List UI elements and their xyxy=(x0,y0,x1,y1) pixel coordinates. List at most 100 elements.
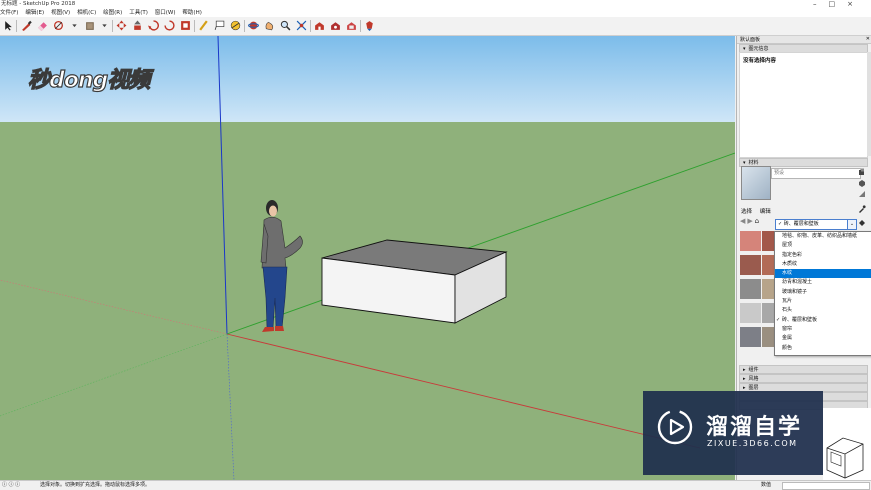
toolbar-separator xyxy=(244,20,245,32)
watermark-title: 溜溜自学 xyxy=(706,415,803,440)
menu-draw[interactable]: 绘图(R) xyxy=(103,9,122,17)
expand-arrow-icon: ▸ xyxy=(743,367,746,373)
styles-panel-header[interactable]: ▸ 风格 xyxy=(739,374,868,383)
dropdown-option[interactable]: 金属 xyxy=(775,334,871,343)
material-name-field[interactable]: 预设 xyxy=(771,168,861,179)
chevron-down-icon[interactable] xyxy=(68,19,80,32)
details-arrow-icon[interactable] xyxy=(858,219,866,227)
checkmark-icon: ✓ xyxy=(778,221,783,227)
menu-camera[interactable]: 相机(C) xyxy=(77,9,96,17)
paint-bucket-icon[interactable] xyxy=(84,19,96,32)
dropdown-option[interactable]: 沥青和混凝土 xyxy=(775,278,871,287)
dropdown-option[interactable]: 屋顶 xyxy=(775,241,871,250)
maximize-button[interactable]: □ xyxy=(829,0,848,8)
tray-title: 默认面板 xyxy=(740,37,761,43)
material-thumbnail[interactable] xyxy=(740,327,761,347)
move-icon[interactable] xyxy=(115,19,127,32)
pan-icon[interactable] xyxy=(263,19,275,32)
eraser-icon[interactable] xyxy=(36,19,48,32)
extension-warehouse-icon[interactable] xyxy=(329,19,341,32)
dropdown-option[interactable]: 指定色彩 xyxy=(775,251,871,260)
window-controls[interactable]: –□× xyxy=(813,0,865,9)
home-icon[interactable]: ⌂ xyxy=(755,217,759,225)
ruby-icon[interactable] xyxy=(363,19,375,32)
tab-select[interactable]: 选择 xyxy=(741,209,752,215)
menu-bar: 文件(F) 编辑(E) 视图(V) 相机(C) 绘图(R) 工具(T) 窗口(W… xyxy=(0,9,871,17)
chevron-down-icon[interactable] xyxy=(98,19,110,32)
tape-measure-icon[interactable] xyxy=(197,19,209,32)
materials-nav: ◀ ▶ ⌂ xyxy=(740,217,780,227)
back-arrow-icon[interactable]: ◀ xyxy=(740,217,745,225)
modeling-viewport[interactable]: 秒dong视频 xyxy=(0,36,735,480)
toolbar-separator xyxy=(194,20,195,32)
entity-info-text: 没有选择内容 xyxy=(743,58,777,64)
toolbar-separator xyxy=(16,20,17,32)
rotate-icon[interactable] xyxy=(147,19,159,32)
layout-icon[interactable] xyxy=(345,19,357,32)
create-material-icon[interactable] xyxy=(858,168,866,176)
menu-file[interactable]: 文件(F) xyxy=(0,9,18,17)
zoom-icon[interactable] xyxy=(279,19,291,32)
material-swatch xyxy=(741,166,771,200)
default-material-icon[interactable] xyxy=(858,190,866,198)
warehouse-icon[interactable] xyxy=(313,19,325,32)
dropdown-option[interactable]: 地毯、织物、皮革、纺织品和墙纸 xyxy=(775,232,871,241)
expand-arrow-icon: ▸ xyxy=(743,376,746,382)
pencil-line-icon[interactable] xyxy=(20,19,32,32)
window-title: 无标题 - SketchUp Pro 2018 xyxy=(1,1,76,7)
forward-arrow-icon[interactable]: ▶ xyxy=(747,217,752,225)
material-thumbnail[interactable] xyxy=(740,303,761,323)
chevron-down-icon[interactable]: ⌄ xyxy=(847,219,857,230)
menu-tools[interactable]: 工具(T) xyxy=(129,9,148,17)
text-icon[interactable] xyxy=(213,19,225,32)
preview-area xyxy=(823,408,871,480)
title-bar: 无标题 - SketchUp Pro 2018 –□× xyxy=(0,0,871,9)
materials-tabs: 选择 编辑 xyxy=(741,207,777,215)
material-thumbnail[interactable] xyxy=(740,255,761,275)
eyedropper-icon[interactable] xyxy=(858,205,866,213)
scale-icon[interactable] xyxy=(163,19,175,32)
zoom-extents-icon[interactable] xyxy=(295,19,307,32)
dropdown-option[interactable]: 颜色 xyxy=(775,344,871,353)
dropdown-option[interactable]: 水纹 xyxy=(775,269,871,279)
tab-edit[interactable]: 编辑 xyxy=(760,209,771,215)
entity-info-body: 没有选择内容 xyxy=(739,52,868,158)
play-logo-icon xyxy=(657,409,693,445)
material-thumbnails xyxy=(740,231,783,353)
watermark-url: ZIXUE.3D66.COM xyxy=(707,439,798,448)
select-arrow-icon[interactable] xyxy=(2,19,14,32)
toolbar-separator xyxy=(112,20,113,32)
dropdown-option[interactable]: 石头 xyxy=(775,306,871,315)
dropdown-option[interactable]: 木质纹 xyxy=(775,260,871,269)
material-thumbnail[interactable] xyxy=(740,279,761,299)
orbit-icon[interactable] xyxy=(247,19,259,32)
dropdown-option[interactable]: 窗帘 xyxy=(775,325,871,334)
toolbar-separator xyxy=(310,20,311,32)
components-panel-header[interactable]: ▸ 组件 xyxy=(739,365,868,374)
close-button[interactable]: × xyxy=(847,0,865,8)
tray-header: 默认面板 ✕ xyxy=(737,36,871,44)
dropdown-option[interactable]: 砖、覆层和壁板 xyxy=(775,316,871,325)
tray-scrollbar[interactable] xyxy=(867,52,871,156)
menu-help[interactable]: 帮助(H) xyxy=(182,9,201,17)
scene-canvas[interactable] xyxy=(0,36,735,480)
menu-window[interactable]: 窗口(W) xyxy=(155,9,176,17)
menu-edit[interactable]: 编辑(E) xyxy=(25,9,44,17)
video-logo: 秒dong视频 xyxy=(27,67,150,93)
offset-icon[interactable] xyxy=(179,19,191,32)
menu-view[interactable]: 视图(V) xyxy=(51,9,70,17)
material-category-select[interactable]: ✓ 砖、覆层和壁板 xyxy=(775,219,857,230)
measurements-box[interactable] xyxy=(782,482,870,490)
protractor-icon[interactable] xyxy=(229,19,241,32)
material-thumbnail[interactable] xyxy=(740,231,761,251)
dropdown-option[interactable]: 玻璃和镜子 xyxy=(775,288,871,297)
shape-icon[interactable] xyxy=(52,19,64,32)
dropdown-option[interactable]: 瓦片 xyxy=(775,297,871,306)
material-box-icon[interactable] xyxy=(858,179,866,187)
close-icon[interactable]: ✕ xyxy=(866,36,870,43)
push-pull-icon[interactable] xyxy=(131,19,143,32)
minimize-button[interactable]: – xyxy=(813,0,829,8)
main-toolbar xyxy=(0,17,871,36)
watermark: 溜溜自学 ZIXUE.3D66.COM xyxy=(643,391,823,475)
material-category-dropdown[interactable]: 地毯、织物、皮革、纺织品和墙纸 屋顶 指定色彩 木质纹 水纹 沥青和混凝土 玻璃和镜子 瓦片石… xyxy=(774,231,871,356)
